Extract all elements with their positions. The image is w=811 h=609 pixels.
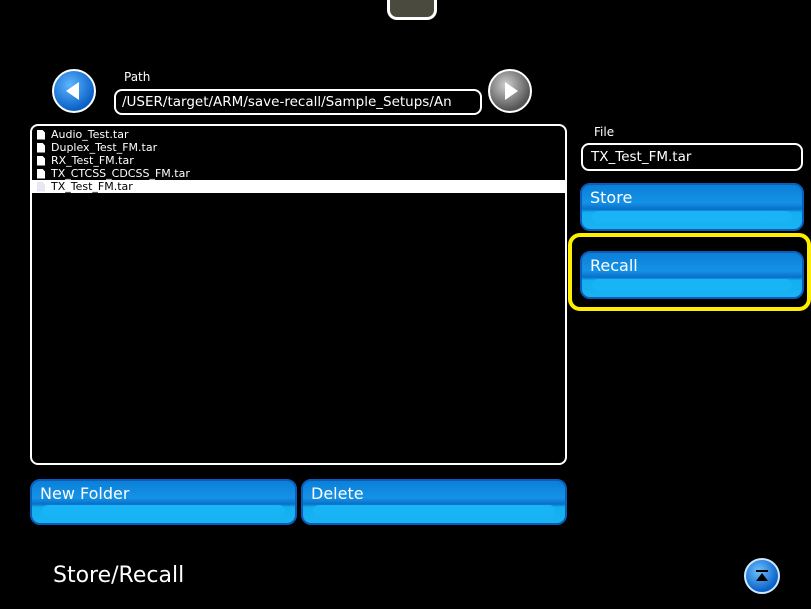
new-folder-button[interactable]: New Folder [30, 479, 297, 525]
file-name-field[interactable]: TX_Test_FM.tar [581, 143, 803, 171]
right-arrow-icon [505, 82, 518, 100]
document-icon [37, 142, 45, 153]
file-row-label: TX_Test_FM.tar [51, 180, 133, 193]
forward-button[interactable] [488, 69, 532, 113]
document-icon [37, 129, 45, 140]
file-row-label: RX_Test_FM.tar [51, 154, 134, 167]
scroll-top-icon [756, 570, 768, 581]
path-label: Path [124, 70, 151, 84]
file-row-audio-test[interactable]: Audio_Test.tar [32, 128, 565, 141]
scroll-top-button[interactable] [744, 558, 780, 594]
top-panel-tab[interactable] [387, 0, 437, 20]
file-row-label: Duplex_Test_FM.tar [51, 141, 158, 154]
left-arrow-icon [66, 82, 79, 100]
page-title: Store/Recall [53, 563, 185, 588]
document-icon [37, 168, 45, 179]
delete-button[interactable]: Delete [301, 479, 567, 525]
back-button[interactable] [52, 69, 96, 113]
document-icon [37, 181, 45, 192]
file-row-duplex-test[interactable]: Duplex_Test_FM.tar [32, 141, 565, 154]
store-button[interactable]: Store [580, 183, 804, 231]
file-row-label: Audio_Test.tar [51, 128, 129, 141]
file-list[interactable]: Audio_Test.tar Duplex_Test_FM.tar RX_Tes… [30, 124, 567, 465]
file-row-tx-ctcss[interactable]: TX_CTCSS_CDCSS_FM.tar [32, 167, 565, 180]
document-icon [37, 155, 45, 166]
file-row-rx-test[interactable]: RX_Test_FM.tar [32, 154, 565, 167]
path-field[interactable]: /USER/target/ARM/save-recall/Sample_Setu… [114, 89, 482, 115]
file-row-tx-test-selected[interactable]: TX_Test_FM.tar [32, 180, 565, 193]
file-row-label: TX_CTCSS_CDCSS_FM.tar [51, 167, 190, 180]
recall-highlight-box [568, 233, 811, 311]
file-label: File [594, 125, 615, 139]
